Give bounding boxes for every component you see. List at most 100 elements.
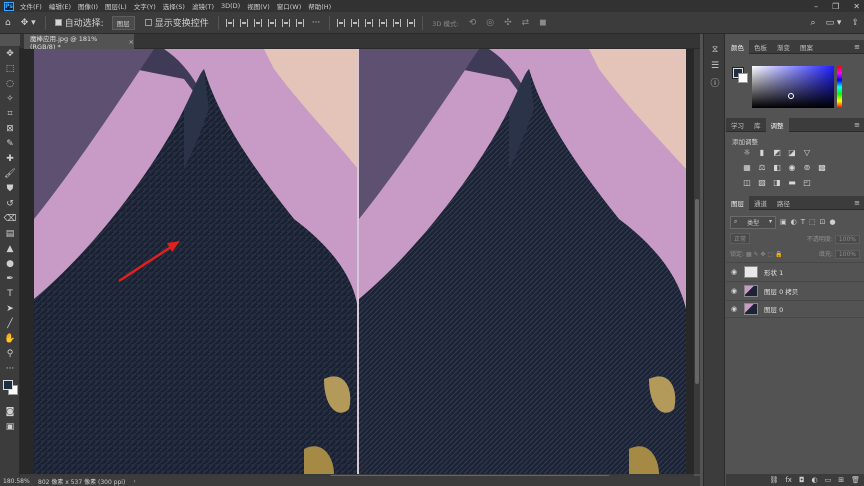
brightness-icon[interactable]: ☼ <box>742 148 752 157</box>
align-bottom-icon[interactable] <box>295 18 304 27</box>
menu-help[interactable]: 帮助(H) <box>308 1 331 11</box>
layer-row[interactable]: ◉ 图层 0 <box>726 300 864 318</box>
zoom-tool-icon[interactable]: ⚲ <box>0 346 20 361</box>
align-top-icon[interactable] <box>267 18 276 27</box>
3d-pan-icon[interactable]: ✣ <box>504 18 512 28</box>
align-center-icon[interactable] <box>239 18 248 27</box>
menu-edit[interactable]: 编辑(E) <box>49 1 71 11</box>
canvas-area[interactable] <box>20 49 694 474</box>
tab-color[interactable]: 颜色 <box>726 39 749 54</box>
tab-channels[interactable]: 通道 <box>749 196 772 210</box>
menu-view[interactable]: 视图(V) <box>247 1 270 11</box>
3d-roll-icon[interactable]: ◎ <box>486 18 494 28</box>
gradient-tool-icon[interactable]: ▤ <box>0 226 20 241</box>
clone-stamp-tool-icon[interactable]: ⛊ <box>0 181 20 196</box>
menu-window[interactable]: 窗口(W) <box>277 1 302 11</box>
auto-select-checkbox[interactable]: 自动选择: <box>54 16 104 29</box>
move-tool-icon[interactable]: ✥ ▾ <box>21 18 36 28</box>
color-balance-icon[interactable]: ⚖ <box>757 163 767 172</box>
photo-filter-icon[interactable]: ◉ <box>787 163 797 172</box>
menu-filter[interactable]: 滤镜(T) <box>192 1 214 11</box>
line-tool-icon[interactable]: ╱ <box>0 316 20 331</box>
filter-toggle-icon[interactable]: ● <box>830 218 836 226</box>
menu-layer[interactable]: 图层(L) <box>105 1 127 11</box>
new-group-icon[interactable]: ▭ <box>825 476 832 484</box>
color-swatches[interactable] <box>0 376 19 404</box>
workspace-icon[interactable]: ▭ ▾ <box>826 18 842 28</box>
hue-slider[interactable] <box>837 66 842 108</box>
foreground-color-swatch[interactable] <box>3 380 13 390</box>
blend-mode-dropdown[interactable]: 正常 <box>730 233 751 244</box>
history-brush-tool-icon[interactable]: ↺ <box>0 196 20 211</box>
filter-shape-icon[interactable]: ⬚ <box>809 218 816 226</box>
tab-learn[interactable]: 学习 <box>726 118 749 132</box>
eye-icon[interactable]: ◉ <box>726 287 742 295</box>
move-tool-icon[interactable]: ✥ <box>0 46 20 61</box>
invert-icon[interactable]: ◫ <box>742 178 752 187</box>
black-white-icon[interactable]: ◧ <box>772 163 782 172</box>
close-window-icon[interactable]: ✕ <box>853 2 860 11</box>
frame-tool-icon[interactable]: ⊠ <box>0 121 20 136</box>
zoom-level[interactable]: 180.58% <box>0 478 30 485</box>
document-canvas[interactable] <box>34 49 686 474</box>
dodge-tool-icon[interactable]: ● <box>0 256 20 271</box>
layer-style-icon[interactable]: fx <box>785 476 792 484</box>
hue-saturation-icon[interactable]: ▦ <box>742 163 752 172</box>
share-icon[interactable]: ⇪ <box>851 18 859 28</box>
minimize-icon[interactable]: – <box>814 2 818 11</box>
filter-adjustment-icon[interactable]: ◐ <box>791 218 797 226</box>
magic-wand-tool-icon[interactable]: ✧ <box>0 91 20 106</box>
color-lookup-icon[interactable]: ▩ <box>817 163 827 172</box>
menu-image[interactable]: 图像(I) <box>78 1 98 11</box>
type-tool-icon[interactable]: T <box>0 286 20 301</box>
align-middle-icon[interactable] <box>281 18 290 27</box>
tab-libraries[interactable]: 库 <box>749 118 766 132</box>
brush-tool-icon[interactable]: 🖌 <box>0 166 20 181</box>
document-tab[interactable]: 魔棒应用.jpg @ 181%(RGB/8) * × <box>24 34 134 51</box>
tab-swatches[interactable]: 色板 <box>749 40 772 54</box>
tab-layers[interactable]: 图层 <box>726 195 749 210</box>
filter-type-icon[interactable]: T <box>801 218 805 226</box>
panel-menu-icon[interactable]: ≡ <box>854 199 860 207</box>
lasso-tool-icon[interactable]: ◌ <box>0 76 20 91</box>
layer-filter-dropdown[interactable]: ⌕ 类型 ▾ <box>730 215 776 229</box>
delete-layer-icon[interactable]: 🗑 <box>851 476 860 484</box>
panel-menu-icon[interactable]: ≡ <box>854 121 860 129</box>
tab-adjustments[interactable]: 调整 <box>765 117 789 132</box>
status-menu-icon[interactable]: › <box>133 478 135 485</box>
more-tools-icon[interactable]: ··· <box>0 361 20 376</box>
history-panel-icon[interactable]: ⧖ <box>704 42 726 58</box>
eye-icon[interactable]: ◉ <box>726 268 742 276</box>
eraser-tool-icon[interactable]: ⌫ <box>0 211 20 226</box>
add-mask-icon[interactable]: ◘ <box>799 476 805 484</box>
lock-icons[interactable]: ▦ ✎ ✥ ⬚ 🔒 <box>746 251 783 258</box>
distribute-4-icon[interactable] <box>379 18 388 27</box>
levels-icon[interactable]: ▮ <box>757 148 767 157</box>
align-left-icon[interactable] <box>225 18 234 27</box>
exposure-icon[interactable]: ◪ <box>787 148 797 157</box>
3d-scale-icon[interactable]: ◼ <box>539 18 546 28</box>
auto-select-dropdown[interactable]: 图层 <box>111 15 135 30</box>
filter-smart-icon[interactable]: ⊡ <box>820 218 826 226</box>
screen-mode-icon[interactable]: ▣ <box>0 419 20 434</box>
new-adjustment-icon[interactable]: ◐ <box>812 476 818 484</box>
menu-file[interactable]: 文件(F) <box>20 1 42 11</box>
crop-tool-icon[interactable]: ⌗ <box>0 106 20 121</box>
color-field[interactable] <box>752 66 834 108</box>
3d-slide-icon[interactable]: ⇄ <box>522 18 530 28</box>
vertical-scroll-thumb[interactable] <box>695 199 699 384</box>
new-layer-icon[interactable]: ⊞ <box>838 476 844 484</box>
marquee-tool-icon[interactable]: ⬚ <box>0 61 20 76</box>
healing-brush-tool-icon[interactable]: ✚ <box>0 151 20 166</box>
close-tab-icon[interactable]: × <box>129 38 134 46</box>
tab-gradients[interactable]: 渐变 <box>772 40 795 54</box>
link-layers-icon[interactable]: ⛓ <box>769 476 778 484</box>
color-picker-ring[interactable] <box>788 93 794 99</box>
channel-mixer-icon[interactable]: ⊚ <box>802 163 812 172</box>
pen-tool-icon[interactable]: ✒ <box>0 271 20 286</box>
filter-pixel-icon[interactable]: ▣ <box>780 218 787 226</box>
tab-paths[interactable]: 路径 <box>772 196 795 210</box>
eye-icon[interactable]: ◉ <box>726 305 742 313</box>
distribute-2-icon[interactable] <box>351 18 360 27</box>
hand-tool-icon[interactable]: ✋ <box>0 331 20 346</box>
